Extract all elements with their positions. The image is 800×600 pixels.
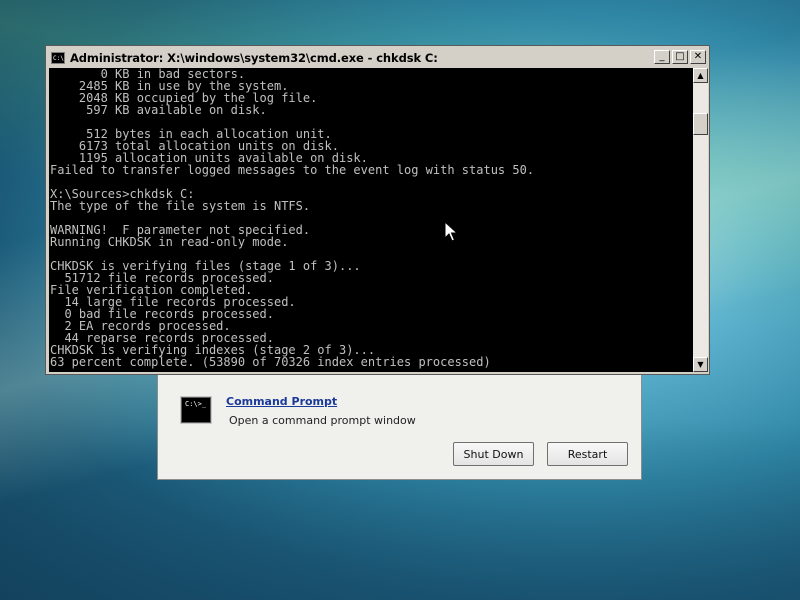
mouse-pointer-icon	[444, 221, 458, 242]
shut-down-button[interactable]: Shut Down	[453, 442, 534, 466]
cmd-window-icon[interactable]: C:\	[51, 51, 65, 64]
cmd-window[interactable]: C:\ Administrator: X:\windows\system32\c…	[45, 45, 710, 375]
scroll-up-button[interactable]: ▲	[693, 68, 708, 83]
vertical-scrollbar[interactable]: ▲ ▼	[693, 68, 708, 372]
close-button[interactable]: ✕	[690, 50, 706, 64]
cmd-window-title: Administrator: X:\windows\system32\cmd.e…	[70, 50, 438, 65]
cmd-title-bar[interactable]: C:\ Administrator: X:\windows\system32\c…	[48, 48, 707, 67]
minimize-button[interactable]: _	[654, 50, 670, 64]
restart-button[interactable]: Restart	[547, 442, 628, 466]
maximize-button[interactable]: □	[672, 50, 688, 64]
scroll-down-button[interactable]: ▼	[693, 357, 708, 372]
command-prompt-icon[interactable]: C:\>_	[181, 397, 211, 423]
console-output-area[interactable]: 0 KB in bad sectors. 2485 KB in use by t…	[49, 68, 693, 372]
window-controls: _ □ ✕	[654, 50, 706, 64]
scrollbar-thumb[interactable]	[693, 113, 708, 135]
command-prompt-link[interactable]: Command Prompt	[226, 395, 337, 408]
console-text: 0 KB in bad sectors. 2485 KB in use by t…	[50, 68, 535, 369]
command-prompt-description: Open a command prompt window	[229, 414, 416, 427]
